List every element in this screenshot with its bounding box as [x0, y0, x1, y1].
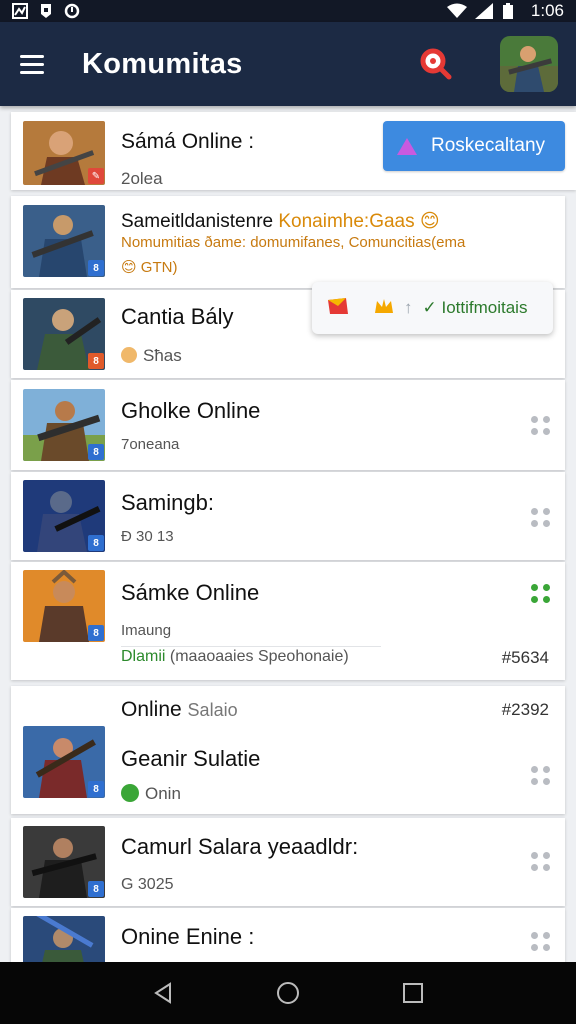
more-options-icon[interactable]	[531, 766, 551, 786]
community-title: Geanir Sulatie	[121, 746, 261, 771]
app-bar: Komumitas	[0, 22, 576, 106]
community-subtitle: Imaung	[121, 622, 172, 639]
more-options-icon[interactable]	[531, 416, 551, 436]
shield-notification-icon	[38, 3, 54, 19]
menu-icon[interactable]	[20, 48, 52, 80]
community-title: Gholke Online	[121, 398, 261, 423]
community-list: ✎ Sámá Online : 2olea Roskecaltany 8 Sam…	[0, 106, 576, 962]
community-card[interactable]: Onine Enine :	[11, 908, 565, 962]
community-thumbnail: 8	[23, 389, 105, 461]
wifi-icon	[446, 3, 467, 19]
more-options-icon[interactable]	[531, 508, 551, 528]
search-icon[interactable]	[416, 44, 456, 84]
community-title: Onine Enine :	[121, 924, 255, 949]
community-subtitle: Ð 30 13	[121, 528, 174, 545]
more-options-icon[interactable]	[531, 584, 551, 604]
badge-icon: 8	[88, 444, 104, 460]
community-subtitle: G 3025	[121, 876, 174, 893]
sync-notification-icon	[64, 3, 80, 19]
community-tags: Dlamii (maaoaaies Speohonaie)	[121, 648, 349, 665]
badge-icon: 8	[88, 625, 104, 641]
back-icon[interactable]	[145, 975, 181, 1011]
divider	[121, 646, 381, 647]
section-number: #2392	[501, 700, 549, 719]
community-title: Samingb:	[121, 490, 214, 515]
community-card[interactable]: 8 Sámke Online Imaung Dlamii (maaoaaies …	[11, 562, 565, 680]
more-options-icon[interactable]	[531, 852, 551, 872]
section-title: Online Salaio	[121, 698, 238, 721]
community-title: Cantia Bály	[121, 304, 234, 329]
join-button[interactable]: Roskecaltany	[383, 121, 565, 171]
community-thumbnail	[23, 916, 105, 962]
home-icon[interactable]	[270, 975, 306, 1011]
community-thumbnail: 8	[23, 570, 105, 642]
community-thumbnail: 8	[23, 726, 105, 798]
reaction-popup[interactable]: ↑ ✓ Iottifmoitais	[312, 282, 553, 334]
community-subtitle: Onin	[121, 784, 181, 804]
badge-icon: 8	[88, 881, 104, 897]
community-thumbnail: 8	[23, 205, 105, 277]
signal-icon	[474, 3, 493, 19]
community-card[interactable]: 8 Sameitldanistenre Konaimhe:Gaas 😊 Nomu…	[11, 196, 565, 288]
status-bar: 1:06	[0, 0, 576, 22]
community-card[interactable]: 8 Samingb: Ð 30 13	[11, 472, 565, 560]
community-section: Online Salaio #2392 8 Geanir Sulatie Oni…	[11, 686, 565, 814]
battery-icon	[502, 3, 519, 19]
featured-community-card[interactable]: ✎ Sámá Online : 2olea Roskecaltany	[11, 112, 576, 190]
badge-icon: 8	[88, 353, 104, 369]
online-status-icon	[121, 784, 139, 802]
status-dot-icon	[121, 347, 137, 363]
badge-icon: 8	[88, 260, 104, 276]
page-title: Komumitas	[82, 47, 243, 80]
photo-notification-icon	[12, 3, 28, 19]
community-title: Sámá Online :	[121, 130, 255, 153]
badge-icon: 8	[88, 535, 104, 551]
community-number: #5634	[501, 648, 549, 667]
community-thumbnail: 8	[23, 826, 105, 898]
badge-icon: ✎	[88, 168, 104, 184]
community-subtitle: 7oneana	[121, 436, 180, 453]
community-card[interactable]: 8 Gholke Online 7oneana	[11, 380, 565, 470]
community-title: Sameitldanistenre Konaimhe:Gaas 😊	[121, 211, 440, 232]
user-avatar[interactable]	[500, 36, 558, 92]
community-thumbnail: ✎	[23, 121, 105, 185]
community-thumbnail: 8	[23, 298, 105, 370]
more-options-icon[interactable]	[531, 932, 551, 952]
status-time: 1:06	[530, 1, 564, 20]
community-description: Nomumitias ðame: domumifanes, Comuncitia…	[121, 234, 466, 251]
flag-icon[interactable]	[326, 296, 350, 321]
community-thumbnail: 8	[23, 480, 105, 552]
community-subtitle: 2olea	[121, 169, 163, 188]
notification-label: ✓ Iottifmoitais	[422, 298, 528, 317]
recents-icon[interactable]	[395, 975, 431, 1011]
community-subtitle: Sħas	[121, 346, 182, 366]
community-meta: 😊 GTN)	[121, 259, 178, 276]
community-title: Camurl Salara yeaadldr:	[121, 834, 359, 859]
warning-icon	[397, 137, 417, 155]
crown-icon[interactable]	[374, 297, 394, 320]
arrow-up-icon[interactable]: ↑	[404, 298, 413, 318]
community-title: Sámke Online	[121, 580, 260, 605]
badge-icon: 8	[88, 781, 104, 797]
community-card[interactable]: 8 Camurl Salara yeaadldr: G 3025	[11, 818, 565, 906]
system-navigation-bar	[0, 962, 576, 1024]
